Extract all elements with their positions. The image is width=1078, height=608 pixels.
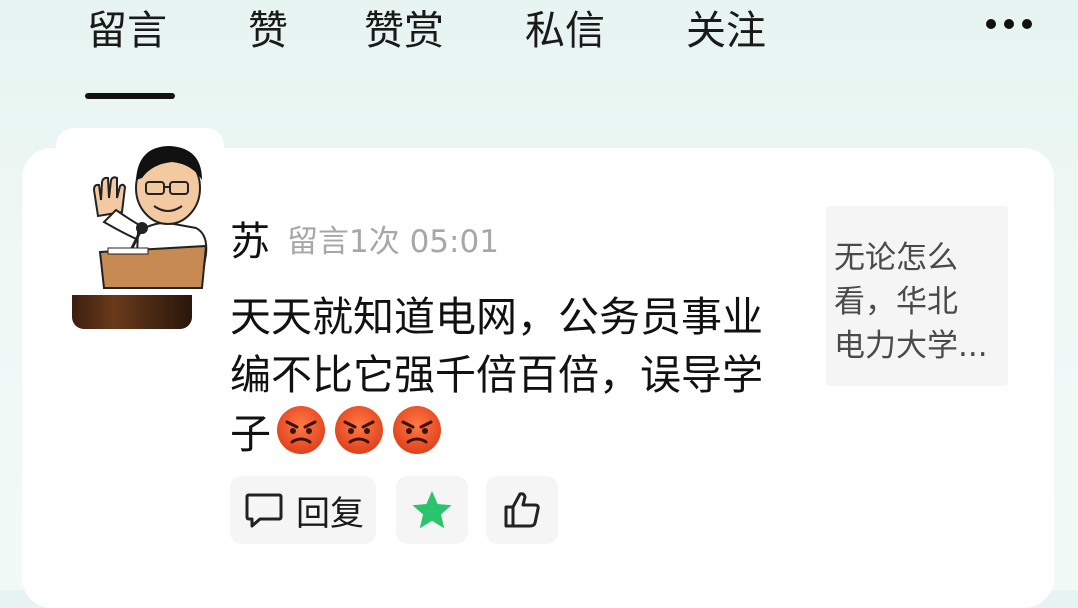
comment-username[interactable]: 苏 xyxy=(230,218,270,266)
tab-follows[interactable]: 关注 xyxy=(686,6,766,56)
tab-bar: 留言 赞 赞赏 私信 关注 xyxy=(0,0,1078,110)
star-button[interactable] xyxy=(396,476,468,544)
comment-bubble-icon xyxy=(245,493,283,528)
tab-rewards[interactable]: 赞赏 xyxy=(364,6,444,56)
article-preview[interactable]: 无论怎么 看，华北 电力大学... xyxy=(826,206,1008,386)
angry-face-icon xyxy=(393,406,441,454)
comment-body: 天天就知道电网，公务员事业编不比它强千倍百倍，误导学子 xyxy=(230,288,790,463)
thumbs-up-icon xyxy=(504,492,540,528)
star-icon xyxy=(412,491,452,529)
tab-likes[interactable]: 赞 xyxy=(248,6,288,56)
preview-line-2: 看，华北 xyxy=(834,284,958,320)
cartoon-man-avatar-image xyxy=(56,128,224,298)
tab-messages[interactable]: 留言 xyxy=(87,6,167,56)
angry-face-icon xyxy=(335,406,383,454)
preview-line-3: 电力大学... xyxy=(834,328,988,364)
tab-private-messages[interactable]: 私信 xyxy=(525,6,605,56)
like-button[interactable] xyxy=(486,476,558,544)
avatar[interactable] xyxy=(56,128,224,298)
angry-face-icon xyxy=(277,406,325,454)
more-dots-icon[interactable] xyxy=(986,12,1042,36)
reply-button[interactable]: 回复 xyxy=(230,476,376,544)
reply-label: 回复 xyxy=(296,493,364,534)
avatar-background-strip xyxy=(72,295,192,329)
preview-line-1: 无论怎么 xyxy=(834,240,958,276)
emoji-group xyxy=(275,404,443,456)
comment-meta: 留言1次 05:01 xyxy=(287,224,499,260)
active-tab-indicator xyxy=(85,93,175,99)
